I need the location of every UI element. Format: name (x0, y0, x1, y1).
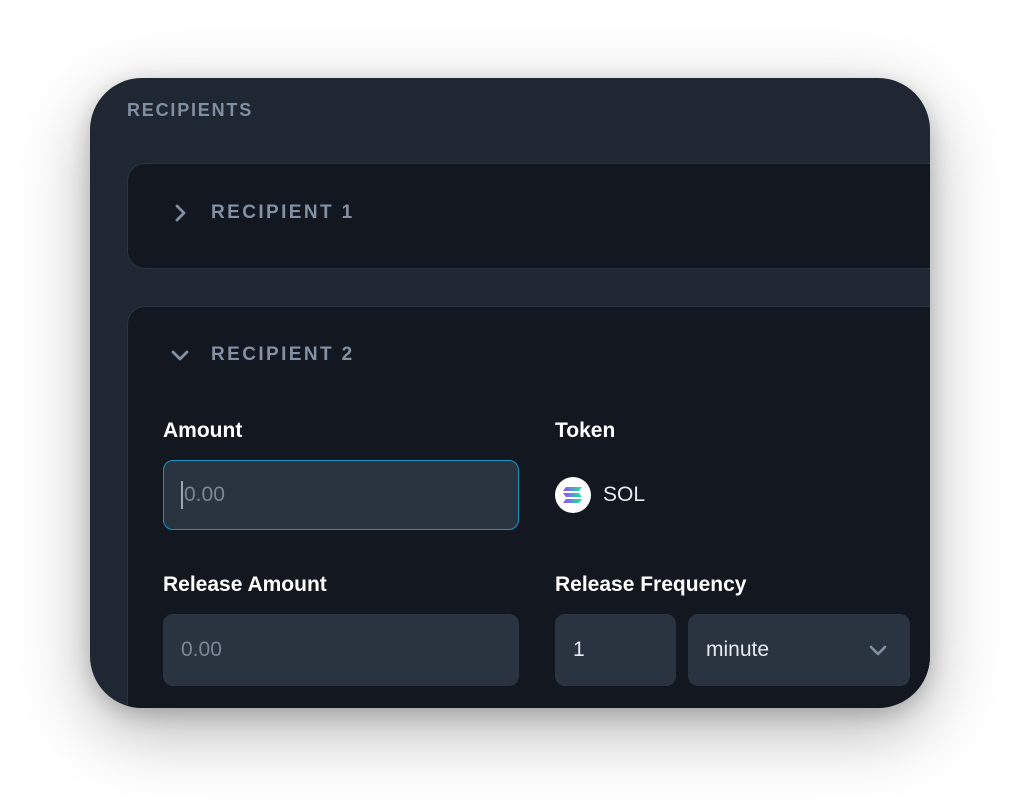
release-frequency-label: Release Frequency (555, 573, 747, 596)
release-frequency-unit-select[interactable]: minute (688, 614, 910, 686)
release-amount-placeholder: 0.00 (181, 638, 222, 661)
recipients-panel: RECIPIENTS RECIPIENT 1 RECIPIENT 2 Amoun… (90, 78, 930, 708)
release-amount-label: Release Amount (163, 573, 327, 596)
release-frequency-unit: minute (706, 638, 770, 661)
release-amount-input[interactable]: 0.00 (163, 614, 519, 686)
amount-placeholder: 0.00 (184, 483, 225, 506)
chevron-right-icon (168, 201, 192, 225)
recipient-card-1: RECIPIENT 1 (127, 163, 930, 269)
release-frequency-value: 1 (573, 638, 585, 661)
token-symbol: SOL (603, 483, 646, 506)
chevron-down-icon (168, 343, 192, 367)
solana-icon (555, 477, 591, 513)
section-title: RECIPIENTS (127, 100, 254, 120)
recipient-2-title: RECIPIENT 2 (211, 344, 355, 365)
amount-input[interactable]: 0.00 (163, 460, 519, 530)
amount-label: Amount (163, 419, 243, 442)
text-caret (181, 481, 183, 509)
release-frequency-input[interactable]: 1 (555, 614, 676, 686)
token-display: SOL (555, 477, 645, 513)
recipient-1-title: RECIPIENT 1 (211, 202, 355, 223)
recipient-card-2: RECIPIENT 2 Amount 0.00 Token SOL Releas… (127, 306, 930, 708)
recipient-1-header[interactable]: RECIPIENT 1 (168, 201, 355, 225)
token-label: Token (555, 419, 616, 442)
recipient-2-header[interactable]: RECIPIENT 2 (168, 343, 355, 367)
